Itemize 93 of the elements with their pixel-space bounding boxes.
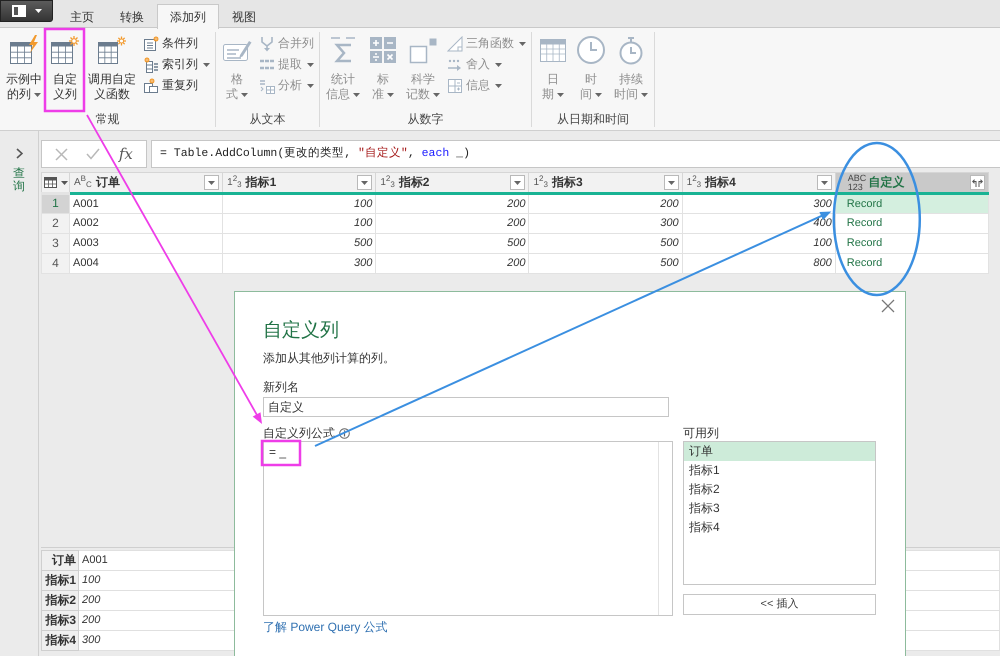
filter-button[interactable] (816, 175, 832, 190)
caret-icon (361, 180, 368, 184)
group-label: 从日期和时间 (556, 111, 630, 127)
table-sparkle-icon (97, 35, 127, 65)
table-cell: A004 (70, 254, 223, 274)
filter-button[interactable] (204, 175, 220, 190)
ribbon-tab[interactable]: 主页 (57, 4, 107, 28)
ribbon-button[interactable]: 重复列 (141, 75, 212, 96)
filter-button[interactable] (357, 175, 372, 190)
chevron-icon (16, 148, 22, 158)
ribbon-button[interactable]: 条件列 (141, 33, 212, 54)
function-button[interactable]: fx (118, 144, 133, 164)
filter-button[interactable] (510, 175, 526, 190)
ribbon-button[interactable]: 索引列 (141, 54, 212, 75)
list-item[interactable]: 指标3 (684, 499, 875, 518)
caret-icon (208, 180, 216, 184)
ribbon-button[interactable]: 示例中 的列 (3, 32, 45, 102)
list-item[interactable]: 订单 (684, 442, 875, 461)
table-cell: A001 (70, 194, 223, 214)
table-cell: Record (835, 254, 988, 274)
caret-icon (820, 180, 828, 184)
caret-icon (668, 180, 675, 184)
detail-label: 指标1 (42, 570, 78, 590)
operators-icon (368, 35, 398, 65)
table-cell: Record (835, 234, 988, 254)
column-list[interactable]: 订单 指标1 指标2 指标3 指标4 (683, 441, 876, 585)
table-lightning-icon (9, 35, 39, 65)
filter-button[interactable] (664, 175, 679, 190)
column-name: 指标3 (552, 174, 583, 190)
group-label: 从数字 (406, 111, 444, 127)
column-header[interactable]: 1$^{2}$$_{3}$ 指标3 (528, 172, 682, 194)
table-cell: Record (835, 214, 988, 234)
column-header[interactable]: 1$^{2}$$_{3}$ 指标4 (682, 172, 836, 194)
list-item[interactable]: 指标1 (684, 461, 875, 480)
highlight-frame (260, 440, 302, 466)
table-cell: A002 (70, 214, 223, 234)
table-cell: 100 (222, 194, 376, 214)
table-menu-button[interactable] (44, 177, 68, 188)
panel-icon (12, 5, 26, 17)
type-label: ABC 123 (848, 174, 866, 192)
check-icon (86, 148, 100, 160)
caret-icon (61, 180, 68, 184)
pane-label[interactable]: 查询 (13, 167, 25, 194)
detail-label: 指标4 (42, 630, 78, 650)
close-icon (881, 299, 895, 313)
detail-label: 指标3 (42, 610, 78, 630)
row-number[interactable]: 1 (42, 194, 70, 214)
table-cell: A003 (70, 234, 223, 254)
insert-button[interactable]: << 插入 (683, 594, 876, 615)
row-number[interactable]: 3 (42, 234, 70, 254)
column-name: 自定义 (868, 174, 904, 190)
row-number[interactable]: 2 (42, 214, 70, 234)
ribbon-button[interactable]: 自定 义列 (47, 32, 83, 102)
column-name: 订单 (96, 174, 120, 190)
ribbon-tab[interactable]: 视图 (219, 4, 269, 28)
triangle-icon (447, 36, 463, 52)
grid-arrow-icon (259, 78, 275, 94)
list-item[interactable]: 指标2 (684, 480, 875, 499)
field-label: 新列名 (263, 379, 300, 395)
merge-icon (259, 36, 275, 52)
sigma-icon (328, 35, 358, 65)
column-header[interactable]: 1$^{2}$$_{3}$ 指标1 (222, 172, 376, 194)
clock-icon (576, 35, 606, 65)
caret-icon (514, 180, 522, 184)
column-header[interactable]: A$^{B}$$_{C}$ 订单 (70, 172, 223, 194)
group-label: 从文本 (248, 111, 286, 127)
table-cell: 200 (528, 194, 682, 214)
caret-icon (34, 9, 42, 13)
grid-icon (447, 78, 463, 94)
table-icon (44, 177, 57, 188)
list-icon (143, 36, 159, 52)
column-sparkle-icon (143, 56, 159, 72)
ribbon-tab[interactable]: 添加列 (157, 4, 219, 29)
file-menu-button[interactable] (0, 0, 53, 22)
table-sparkle-icon (50, 35, 80, 65)
close-button[interactable] (881, 299, 895, 313)
split-arrows-icon (972, 178, 983, 187)
list-item[interactable]: 指标4 (684, 518, 875, 537)
detail-label: 订单 (42, 550, 78, 570)
formula-field[interactable]: = Table.AddColumn(更改的类型, "自定义", each _) (151, 140, 1000, 168)
expand-column-button[interactable] (970, 175, 985, 190)
cancel-icon (55, 148, 68, 160)
column-name: 指标1 (246, 174, 276, 190)
column-name: 指标2 (398, 174, 430, 190)
row-number[interactable]: 4 (42, 254, 70, 274)
column-header[interactable]: 1$^{2}$$_{3}$ 指标2 (376, 172, 529, 194)
ribbon-button[interactable]: 调用自定 义函数 (85, 32, 139, 102)
column-name: 指标4 (705, 174, 736, 190)
ribbon-tab[interactable]: 转换 (107, 4, 157, 28)
group-label: 常规 (94, 111, 120, 127)
duplicate-icon (143, 78, 159, 94)
detail-label: 指标2 (42, 590, 78, 610)
table-cell: 200 (376, 194, 529, 214)
